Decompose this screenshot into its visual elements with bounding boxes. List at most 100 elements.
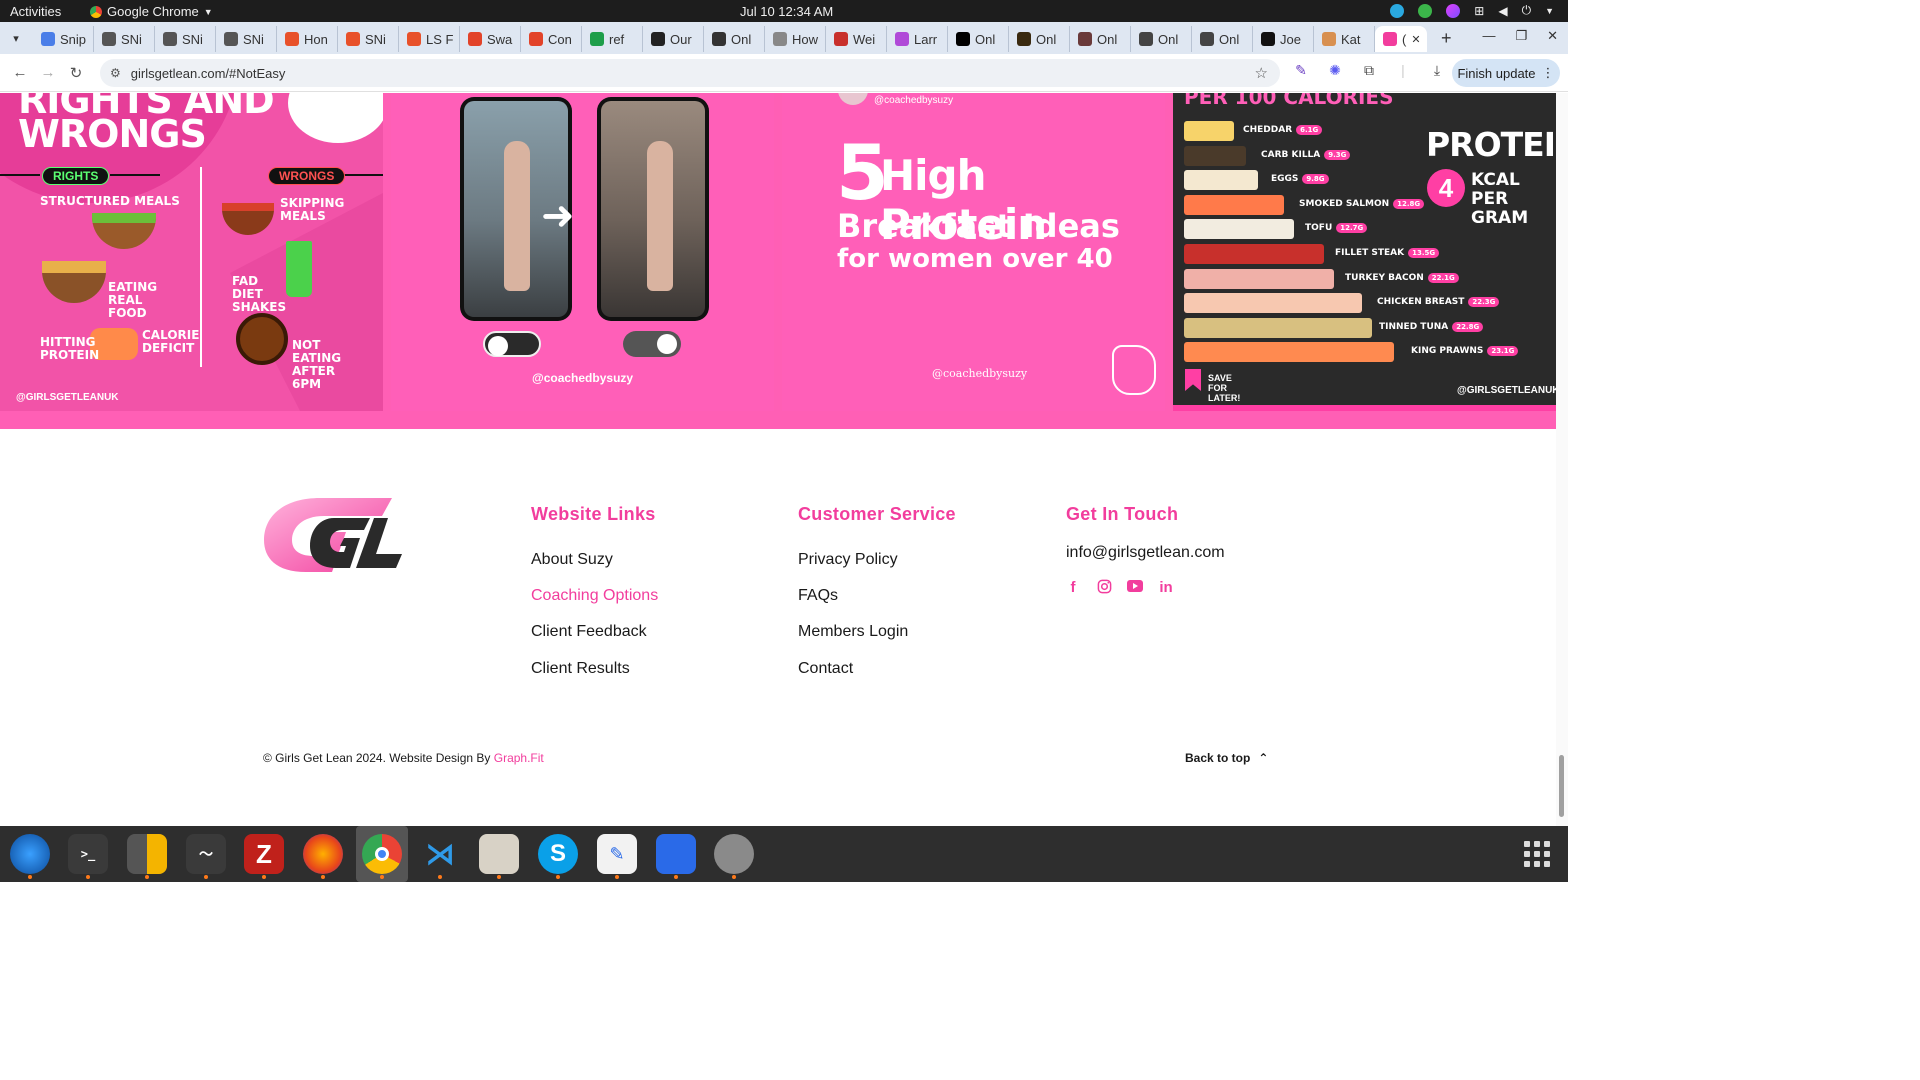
page-scrollbar[interactable] xyxy=(1556,93,1568,826)
about-suzy-link[interactable]: About Suzy xyxy=(531,551,613,569)
filezilla-icon[interactable]: Z xyxy=(244,834,284,879)
close-icon[interactable]: ✕ xyxy=(1547,28,1558,44)
browser-tab[interactable]: Snip xyxy=(33,26,94,52)
facebook-icon[interactable]: f xyxy=(1064,579,1082,597)
volume-icon[interactable]: ◀ xyxy=(1498,4,1507,18)
browser-tab[interactable]: Onl xyxy=(948,26,1009,52)
food-image xyxy=(1184,145,1246,166)
site-info-icon[interactable]: ⚙ xyxy=(110,66,121,80)
customer-service-heading: Customer Service xyxy=(798,504,956,524)
clock[interactable]: Jul 10 12:34 AM xyxy=(740,4,833,19)
ggl-logo[interactable] xyxy=(262,494,404,574)
instagram-post-transformation[interactable]: ➜ @coachedbysuzy xyxy=(391,93,774,411)
browser-tab[interactable]: Kat xyxy=(1314,26,1375,52)
instagram-post-rights-wrongs[interactable]: RIGHTS AND WRONGS RIGHTS WRONGS STRUCTUR… xyxy=(0,93,383,411)
minimize-icon[interactable]: — xyxy=(1482,28,1495,44)
tab-active[interactable]: (✕ xyxy=(1375,26,1427,52)
reload-icon[interactable]: ↻ xyxy=(62,64,90,82)
linkedin-icon[interactable]: in xyxy=(1157,579,1175,597)
activities-button[interactable]: Activities xyxy=(10,4,61,19)
pen-extension-icon[interactable]: ✎ xyxy=(1292,62,1310,80)
skype-icon[interactable]: S xyxy=(538,834,578,879)
document-viewer-icon[interactable] xyxy=(656,834,696,879)
youtube-icon[interactable] xyxy=(1126,579,1144,597)
instagram-post-protein[interactable]: PER 100 CALORIES CHEDDAR 6.1G CARB KILLA 9.… xyxy=(1173,93,1556,411)
window-controls: — ❐ ✕ xyxy=(1482,28,1558,44)
finish-update-button[interactable]: Finish update ⋮ xyxy=(1452,59,1560,87)
food-image xyxy=(1184,244,1324,264)
back-arrow-icon[interactable]: ← xyxy=(6,64,34,81)
calculator-icon[interactable] xyxy=(127,834,167,879)
network-icon[interactable]: ⊞ xyxy=(1474,4,1484,18)
browser-tab[interactable]: ref xyxy=(582,26,643,52)
browser-tab[interactable]: How xyxy=(765,26,826,52)
browser-tab[interactable]: Onl xyxy=(1192,26,1253,52)
power-icon[interactable]: ⏻ xyxy=(1522,3,1532,18)
check-tray-icon[interactable] xyxy=(1418,3,1433,18)
browser-tab[interactable]: Onl xyxy=(1070,26,1131,52)
browser-tab[interactable]: SNi xyxy=(155,26,216,52)
files-icon[interactable] xyxy=(479,834,519,879)
browser-tab[interactable]: Onl xyxy=(1131,26,1192,52)
skype-tray-icon[interactable] xyxy=(1390,3,1405,18)
chrome-icon[interactable] xyxy=(362,834,402,879)
instagram-icon[interactable] xyxy=(1095,579,1113,597)
email-link[interactable]: info@girlsgetlean.com xyxy=(1066,544,1225,562)
terminal-icon[interactable]: >_ xyxy=(68,834,108,879)
post-title: PER 100 CALORIES xyxy=(1184,93,1394,109)
food-image xyxy=(1184,194,1284,215)
tab-label: Joe xyxy=(1280,31,1301,47)
browser-tab[interactable]: Swa xyxy=(460,26,521,52)
tab-search-button[interactable]: ▾ xyxy=(5,27,27,49)
scrollbar-thumb[interactable] xyxy=(1559,755,1564,817)
instagram-post-breakfast[interactable]: @coachedbysuzy 5 High Protein Breakfast … xyxy=(782,93,1165,411)
url-text[interactable]: girlsgetlean.com/#NotEasy xyxy=(131,66,286,81)
client-feedback-link[interactable]: Client Feedback xyxy=(531,623,647,641)
thunderbird-icon[interactable] xyxy=(10,834,50,879)
system-monitor-icon[interactable]: 〜 xyxy=(186,834,226,879)
back-to-top-link[interactable]: Back to top ⌃ xyxy=(1185,751,1268,765)
browser-tab[interactable]: Larr xyxy=(887,26,948,52)
new-tab-button[interactable]: + xyxy=(1441,28,1452,49)
gear-extension-icon[interactable]: ✺ xyxy=(1326,62,1344,80)
app-menu[interactable]: Google Chrome ▼ xyxy=(90,4,213,19)
members-login-link[interactable]: Members Login xyxy=(798,623,908,641)
browser-tab[interactable]: SNi xyxy=(216,26,277,52)
maximize-icon[interactable]: ❐ xyxy=(1515,28,1527,44)
app-menu-label: Google Chrome xyxy=(107,4,199,19)
privacy-policy-link[interactable]: Privacy Policy xyxy=(798,551,898,569)
browser-tab[interactable]: LS F xyxy=(399,26,460,52)
text-editor-icon[interactable]: ✎ xyxy=(597,834,637,879)
client-results-link[interactable]: Client Results xyxy=(531,660,630,678)
color-tray-icon[interactable] xyxy=(1446,3,1461,18)
forward-arrow-icon[interactable]: → xyxy=(34,64,62,81)
system-tray[interactable]: ⊞ ◀ ⏻ ▼ xyxy=(1390,3,1554,18)
close-tab-icon[interactable]: ✕ xyxy=(1411,33,1420,46)
contact-link[interactable]: Contact xyxy=(798,660,853,678)
browser-tab[interactable]: Joe xyxy=(1253,26,1314,52)
browser-tab[interactable]: Our xyxy=(643,26,704,52)
firefox-icon[interactable] xyxy=(303,834,343,879)
faqs-link[interactable]: FAQs xyxy=(798,587,838,605)
browser-tab[interactable]: Onl xyxy=(704,26,765,52)
browser-tab[interactable]: Con xyxy=(521,26,582,52)
disk-icon[interactable] xyxy=(714,834,754,879)
post-handle: @GIRLSGETLEANUK xyxy=(1457,385,1556,396)
tabs-container: Snip SNi SNi SNi Hon SNi LS F Swa Con ref Our Onl Ho… xyxy=(33,24,1427,52)
address-bar[interactable]: ⚙ girlsgetlean.com/#NotEasy ☆ xyxy=(100,59,1280,87)
browser-tab[interactable]: SNi xyxy=(94,26,155,52)
food-label: KING PRAWNS 23.1G xyxy=(1411,346,1519,357)
vscode-icon[interactable]: ⋊ xyxy=(420,834,460,879)
show-apps-icon[interactable] xyxy=(1524,841,1550,867)
extensions-puzzle-icon[interactable]: ⧉ xyxy=(1360,62,1378,80)
bookmark-star-icon[interactable]: ☆ xyxy=(1255,64,1268,82)
coaching-options-link[interactable]: Coaching Options xyxy=(531,587,658,605)
designer-link[interactable]: Graph.Fit xyxy=(494,751,544,765)
browser-tab[interactable]: Onl xyxy=(1009,26,1070,52)
browser-tab[interactable]: Wei xyxy=(826,26,887,52)
chevron-down-icon[interactable]: ▼ xyxy=(1545,6,1554,16)
download-icon[interactable]: ⤓ xyxy=(1428,62,1446,80)
protein-value-badge: 22.1G xyxy=(1427,272,1459,283)
browser-tab[interactable]: SNi xyxy=(338,26,399,52)
browser-tab[interactable]: Hon xyxy=(277,26,338,52)
